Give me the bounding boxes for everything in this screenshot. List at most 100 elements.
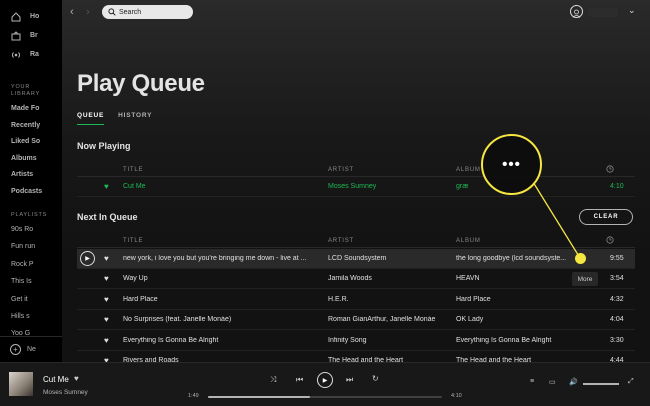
track-artist[interactable]: Infinity Song <box>328 337 450 344</box>
fullscreen-icon[interactable]: ⤢ <box>628 378 634 386</box>
track-album[interactable]: Everything Is Gonna Be Alright <box>456 337 584 344</box>
play-circle-icon[interactable]: ▶ <box>80 251 95 266</box>
progress-fill <box>208 396 311 398</box>
more-options-callout[interactable]: ••• <box>481 134 542 195</box>
track-artist[interactable]: Roman GianArthur, Janelle Monáe <box>328 316 450 323</box>
nav-home[interactable]: Ho <box>0 7 62 26</box>
heart-icon[interactable]: ♥ <box>74 374 79 383</box>
track-album[interactable]: Hard Place <box>456 296 584 303</box>
nav-home-label: Ho <box>30 13 40 20</box>
col-artist: ARTIST <box>328 238 355 244</box>
volume-slider[interactable] <box>583 383 619 385</box>
now-playing-row[interactable]: ♥ Cut Me Moses Sumney græ 4:10 <box>77 177 635 197</box>
track-title: Hard Place <box>123 295 158 303</box>
track-duration: 3:54 <box>610 275 624 283</box>
sidebar-library-item[interactable]: Made Fo <box>0 101 60 118</box>
heart-icon[interactable]: ♥ <box>104 315 109 324</box>
track-duration: 4:04 <box>610 316 624 324</box>
queue-table-header: TITLE ARTIST ALBUM <box>77 234 635 248</box>
queue-row[interactable]: ♥ Everything Is Gonna Be Alright Infinity … <box>77 331 635 351</box>
home-icon <box>10 11 21 22</box>
nav-radio[interactable]: Ra <box>0 45 62 64</box>
back-arrow-icon[interactable]: ‹ <box>70 6 83 19</box>
volume-icon[interactable]: 🔊 <box>569 378 578 386</box>
chevron-down-icon[interactable]: ⌄ <box>628 5 636 16</box>
heart-icon[interactable]: ♥ <box>104 274 109 283</box>
playlists-heading: PLAYLISTS <box>11 212 48 218</box>
next-in-queue-heading: Next In Queue <box>77 212 138 222</box>
top-bar: ‹ › Search ⌄ <box>62 5 650 21</box>
clock-icon <box>606 165 614 175</box>
queue-row[interactable]: ♥ Rivers and Roads The Head and the Heart T… <box>77 351 635 362</box>
track-album[interactable]: HEAVN <box>456 275 584 282</box>
clock-icon <box>606 236 614 246</box>
forward-arrow-icon[interactable]: › <box>86 6 99 19</box>
previous-icon[interactable]: ⏮ <box>296 375 303 385</box>
now-playing-table-header: TITLE ARTIST ALBUM <box>77 163 635 177</box>
tab-queue[interactable]: QUEUE <box>77 112 105 125</box>
album-cover[interactable] <box>9 372 33 396</box>
page-title: Play Queue <box>77 70 205 97</box>
next-icon[interactable]: ⏭ <box>346 375 353 385</box>
sidebar-playlist-item[interactable]: Rock P <box>0 256 60 273</box>
search-input[interactable]: Search <box>102 5 193 19</box>
sidebar-playlist-item[interactable]: This Is <box>0 273 60 290</box>
play-button[interactable]: ▶ <box>317 372 333 388</box>
track-title: Cut Me <box>123 183 146 190</box>
new-playlist-button[interactable]: + Ne <box>0 336 62 362</box>
queue-row[interactable]: ♥ No Surprises (feat. Janelle Monáe) Roman… <box>77 310 635 331</box>
progress-bar[interactable] <box>208 396 442 398</box>
more-options-marker[interactable] <box>575 253 586 264</box>
sidebar-playlist-item[interactable]: Get it <box>0 291 60 308</box>
player-track-artist[interactable]: Moses Sumney <box>43 389 88 396</box>
col-title: TITLE <box>123 238 144 244</box>
username-redacted[interactable] <box>588 8 618 17</box>
col-artist: ARTIST <box>328 167 355 173</box>
heart-icon[interactable]: ♥ <box>104 182 109 191</box>
sidebar-playlist-item[interactable]: Fun run <box>0 238 60 255</box>
sidebar-playlist-item[interactable]: 90s Ro <box>0 221 60 238</box>
track-album[interactable]: the long goodbye (lcd soundsyste... <box>456 255 584 262</box>
nav-browse[interactable]: Br <box>0 26 62 45</box>
track-album[interactable]: OK Lady <box>456 316 584 323</box>
more-tooltip: More <box>572 272 598 286</box>
track-title: No Surprises (feat. Janelle Monáe) <box>123 316 232 324</box>
sidebar-playlist-item[interactable]: Hills s <box>0 308 60 325</box>
col-album: ALBUM <box>456 167 481 173</box>
track-duration: 3:30 <box>610 336 624 344</box>
track-title: Way Up <box>123 275 148 283</box>
radio-icon <box>10 49 21 60</box>
col-album: ALBUM <box>456 238 481 244</box>
heart-icon[interactable]: ♥ <box>104 295 109 304</box>
track-artist[interactable]: Jamila Woods <box>328 275 450 282</box>
sidebar-library-item[interactable]: Liked So <box>0 134 60 151</box>
player-bar: Cut Me ♥ Moses Sumney ⤨ ⏮ ▶ ⏭ ↻ 1:49 4:1… <box>0 362 650 406</box>
track-artist[interactable]: H.E.R. <box>328 296 450 303</box>
queue-row[interactable]: ▶ ♥ new york, i love you but you're bringi… <box>77 249 635 269</box>
plus-circle-icon: + <box>10 344 21 355</box>
browse-icon <box>10 30 21 41</box>
queue-row[interactable]: ♥ Hard Place H.E.R. Hard Place 4:32 <box>77 290 635 310</box>
track-artist[interactable]: LCD Soundsystem <box>328 255 450 262</box>
library-heading: YOUR LIBRARY <box>11 84 41 97</box>
user-avatar-icon[interactable] <box>570 5 583 18</box>
sidebar-library-item[interactable]: Recently <box>0 118 60 135</box>
queue-row[interactable]: ♥ Way Up Jamila Woods HEAVN 3:54 <box>77 269 635 290</box>
search-placeholder: Search <box>119 8 142 16</box>
search-icon <box>108 8 116 16</box>
heart-icon[interactable]: ♥ <box>104 336 109 345</box>
repeat-icon[interactable]: ↻ <box>372 374 379 383</box>
sidebar-library-item[interactable]: Podcasts <box>0 184 60 201</box>
tab-history[interactable]: HISTORY <box>118 112 152 125</box>
player-track-title[interactable]: Cut Me <box>43 375 69 384</box>
track-duration: 9:55 <box>610 255 624 262</box>
track-artist[interactable]: Moses Sumney <box>328 183 448 190</box>
queue-icon[interactable]: ≡ <box>530 378 534 385</box>
shuffle-icon[interactable]: ⤨ <box>270 375 276 385</box>
track-duration: 4:32 <box>610 295 624 303</box>
heart-icon[interactable]: ♥ <box>104 254 109 263</box>
devices-icon[interactable]: ▭ <box>549 378 556 386</box>
clear-button[interactable]: CLEAR <box>579 209 633 225</box>
sidebar-library-item[interactable]: Albums <box>0 151 60 168</box>
sidebar-library-item[interactable]: Artists <box>0 167 60 184</box>
